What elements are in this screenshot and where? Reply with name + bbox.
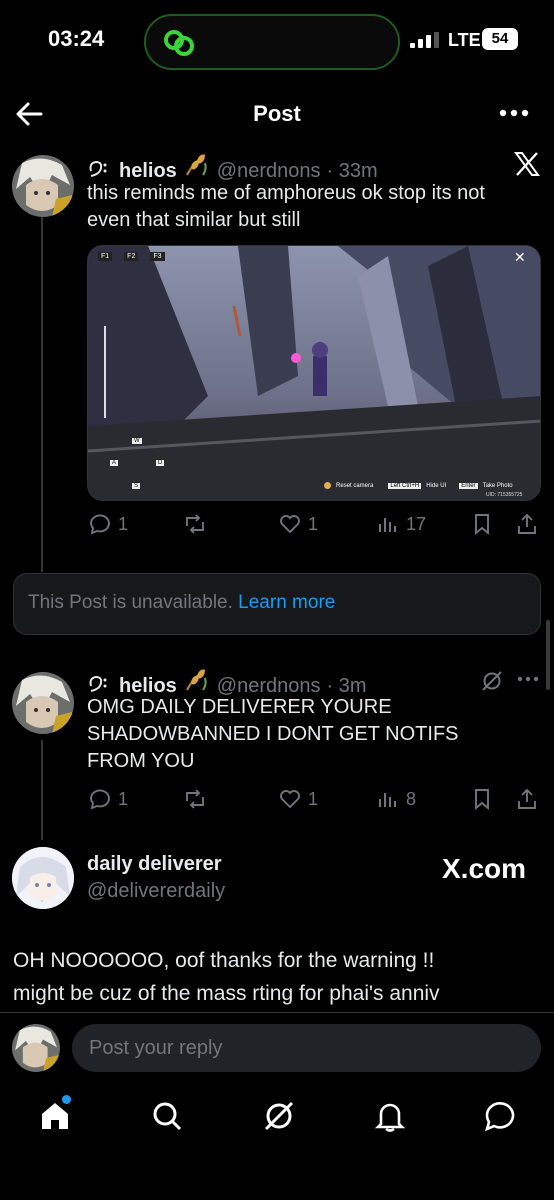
key-w: W — [132, 438, 142, 444]
bass-clef-icon — [89, 675, 107, 692]
zoom-slider — [104, 326, 106, 418]
post-text-line: OH NOOOOOO, oof thanks for the warning !… — [13, 949, 435, 972]
like-button[interactable]: 1 — [278, 787, 318, 811]
key-d: D — [156, 460, 165, 466]
hide-ui-key: Left Ctrl+H — [388, 482, 422, 489]
post-image[interactable]: F1 F2 F3 ✕ W A D S Reset camera Left Ctr… — [87, 245, 541, 501]
take-photo-key: Enter — [459, 482, 478, 489]
author-name[interactable]: daily deliverer — [87, 853, 222, 876]
thread-line — [41, 216, 43, 572]
like-count: 1 — [308, 513, 319, 534]
views-button[interactable]: 8 — [376, 787, 416, 811]
repost-button[interactable] — [183, 787, 207, 811]
message-icon — [484, 1102, 515, 1132]
bass-clef-icon — [89, 160, 107, 177]
views-icon — [379, 793, 396, 807]
avatar[interactable] — [12, 672, 74, 734]
reply-input[interactable]: Post your reply — [72, 1024, 541, 1072]
nav-messages[interactable] — [483, 1099, 517, 1138]
wheat-icon — [185, 669, 207, 691]
post-header: helios @nerdnons · 33m — [87, 153, 378, 183]
reset-camera-label: Reset camera — [336, 482, 374, 489]
post-text: this reminds me of amphoreus ok stop its… — [87, 180, 537, 234]
nav-notifications[interactable] — [373, 1099, 407, 1138]
learn-more-link[interactable]: Learn more — [238, 592, 335, 613]
uid-label: UID: 715355725 — [486, 492, 523, 498]
repost-icon — [186, 789, 204, 809]
more-horizontal-icon[interactable] — [516, 674, 540, 684]
network-type: LTE — [448, 30, 481, 50]
repost-icon — [186, 514, 204, 534]
reply-button[interactable]: 1 — [88, 512, 128, 536]
hotkey-label: F3 — [150, 252, 165, 261]
share-icon[interactable] — [515, 512, 539, 536]
my-avatar[interactable] — [12, 1024, 60, 1072]
reply-icon — [90, 789, 110, 810]
post-text: OH NOOOOOO, oof thanks for the warning !… — [13, 944, 543, 1010]
view-count: 17 — [406, 513, 427, 534]
hotkey-label: F2 — [124, 252, 139, 261]
grok-icon — [264, 1101, 294, 1131]
notification-dot — [62, 1095, 71, 1104]
avatar[interactable] — [12, 155, 74, 217]
avatar[interactable] — [12, 847, 74, 909]
share-icon[interactable] — [515, 787, 539, 811]
post-text-line: OMG DAILY DELIVERER YOURE — [87, 696, 392, 718]
bell-icon — [374, 1103, 406, 1132]
signal-icon — [410, 32, 439, 48]
dynamic-island — [144, 14, 400, 70]
views-button[interactable]: 17 — [376, 512, 426, 536]
post-text-line: SHADOWBANNED I DONT GET NOTIFS — [87, 723, 459, 745]
reply-count: 1 — [118, 513, 129, 534]
close-icon: ✕ — [514, 249, 526, 265]
unavailable-post-notice: This Post is unavailable. Learn more — [13, 573, 541, 635]
heart-icon — [280, 515, 300, 534]
post-text-line: even that similar but still — [87, 209, 301, 231]
camera-controls: Reset camera Left Ctrl+H Hide UI Enter T… — [324, 482, 513, 489]
battery-icon: 54 — [482, 28, 518, 50]
post-text-line: FROM YOU — [87, 750, 195, 772]
home-icon — [42, 1103, 68, 1129]
key-s: S — [132, 483, 141, 489]
scrollbar[interactable] — [546, 620, 550, 690]
reply-icon — [90, 514, 110, 535]
author-handle[interactable]: @delivererdaily — [87, 880, 225, 903]
wheat-icon — [185, 154, 207, 176]
post-text: OMG DAILY DELIVERER YOURE SHADOWBANNED I… — [87, 694, 537, 775]
views-icon — [379, 518, 396, 532]
status-time: 03:24 — [48, 26, 105, 51]
reset-camera-icon — [324, 482, 331, 489]
post-text-line: might be cuz of the mass rting for phai'… — [13, 982, 440, 1005]
take-photo-label: Take Photo — [482, 482, 513, 489]
nav-home[interactable] — [38, 1095, 72, 1138]
heart-icon — [280, 790, 300, 809]
grok-icon[interactable] — [480, 669, 504, 693]
x-com-watermark: X.com — [442, 853, 527, 884]
post-text-line: this reminds me of amphoreus ok stop its… — [87, 182, 485, 204]
like-count: 1 — [308, 788, 319, 809]
link-app-icon — [164, 30, 194, 56]
view-count: 8 — [406, 788, 417, 809]
bookmark-icon[interactable] — [470, 512, 494, 536]
nav-search[interactable] — [150, 1099, 184, 1138]
nav-grok[interactable] — [262, 1099, 296, 1138]
page-title: Post — [253, 101, 301, 126]
reply-button[interactable]: 1 — [88, 787, 128, 811]
like-button[interactable]: 1 — [278, 512, 318, 536]
thread-line — [41, 740, 43, 840]
search-icon — [153, 1102, 182, 1131]
key-a: A — [110, 460, 119, 466]
repost-button[interactable] — [183, 512, 207, 536]
hotkey-label: F1 — [98, 252, 113, 261]
hotkey-bar: F1 F2 F3 — [98, 252, 165, 261]
unavailable-text: This Post is unavailable. — [28, 592, 233, 613]
bookmark-icon[interactable] — [470, 787, 494, 811]
x-logo-icon — [514, 152, 540, 176]
hide-ui-label: Hide UI — [426, 482, 447, 489]
reply-count: 1 — [118, 788, 129, 809]
divider — [0, 1012, 554, 1013]
more-horizontal-icon[interactable] — [498, 104, 530, 122]
